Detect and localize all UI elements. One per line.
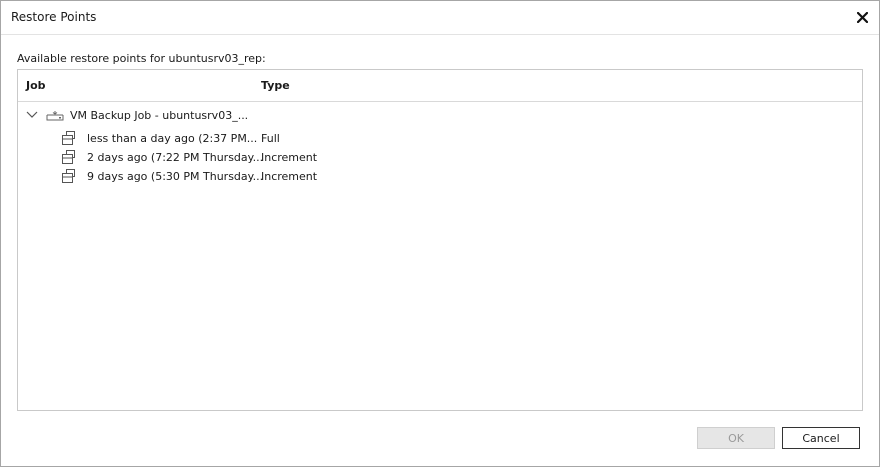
restore-point-type: Full bbox=[261, 132, 280, 145]
restore-points-caption: Available restore points for ubuntusrv03… bbox=[17, 52, 266, 65]
title-bar: Restore Points bbox=[1, 1, 879, 35]
dialog-title: Restore Points bbox=[11, 10, 97, 24]
cancel-button[interactable]: Cancel bbox=[782, 427, 860, 449]
restore-point-time: 9 days ago (5:30 PM Thursday... bbox=[87, 170, 264, 183]
restore-point-time: 2 days ago (7:22 PM Thursday... bbox=[87, 151, 264, 164]
close-button[interactable] bbox=[853, 8, 871, 26]
restore-point-row-2[interactable]: 2 days ago (7:22 PM Thursday... Incremen… bbox=[18, 148, 862, 167]
column-header-job[interactable]: Job bbox=[26, 79, 46, 92]
job-name: VM Backup Job - ubuntusrv03_... bbox=[70, 109, 249, 122]
job-row[interactable]: VM Backup Job - ubuntusrv03_... bbox=[18, 106, 862, 125]
restore-point-icon bbox=[62, 169, 75, 183]
chevron-down-icon[interactable] bbox=[26, 110, 38, 120]
list-header: Job Type bbox=[18, 70, 862, 102]
column-header-type[interactable]: Type bbox=[261, 79, 290, 92]
close-icon bbox=[856, 11, 868, 23]
restore-point-icon bbox=[62, 131, 75, 145]
ok-button[interactable]: OK bbox=[697, 427, 775, 449]
restore-point-type: Increment bbox=[261, 170, 318, 183]
restore-point-type: Increment bbox=[261, 151, 318, 164]
restore-points-list[interactable]: Job Type VM Backup Job - ubuntusrv03_... bbox=[17, 69, 863, 411]
backup-job-icon bbox=[46, 111, 64, 121]
restore-point-icon bbox=[62, 150, 75, 164]
restore-point-row-1[interactable]: less than a day ago (2:37 PM... Full bbox=[18, 129, 862, 148]
restore-points-dialog: Restore Points Available restore points … bbox=[0, 0, 880, 467]
restore-point-row-3[interactable]: 9 days ago (5:30 PM Thursday... Incremen… bbox=[18, 167, 862, 186]
restore-point-time: less than a day ago (2:37 PM... bbox=[87, 132, 258, 145]
